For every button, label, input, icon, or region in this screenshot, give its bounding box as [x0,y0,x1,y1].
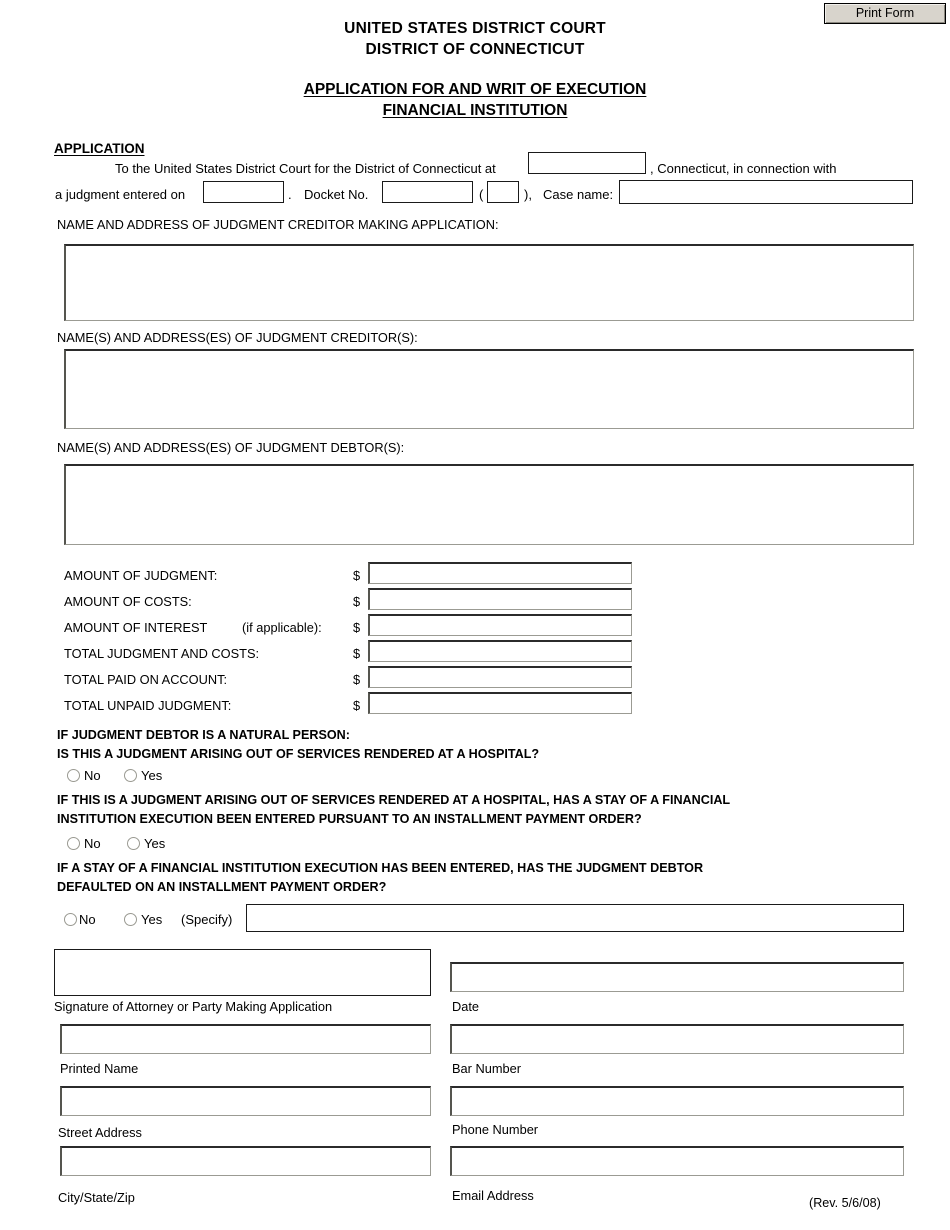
street-address-label: Street Address [58,1125,142,1140]
form-title: APPLICATION FOR AND WRIT OF EXECUTION FI… [0,79,950,121]
question-3-line-2: DEFAULTED ON AN INSTALLMENT PAYMENT ORDE… [57,880,387,894]
form-page: Print Form UNITED STATES DISTRICT COURT … [0,0,950,1230]
docket-number-input[interactable] [382,181,473,203]
email-address-input[interactable] [450,1146,904,1176]
judgment-date-input[interactable] [203,181,284,203]
creditor-applicant-label: NAME AND ADDRESS OF JUDGMENT CREDITOR MA… [57,217,499,232]
amount-label: AMOUNT OF INTEREST [64,620,208,635]
amount-label: AMOUNT OF JUDGMENT: [64,568,218,583]
debtors-label: NAME(S) AND ADDRESS(ES) OF JUDGMENT DEBT… [57,440,405,455]
amount-note: (if applicable): [242,620,322,635]
city-state-zip-input[interactable] [60,1146,431,1176]
application-section-heading: APPLICATION [54,141,145,156]
signature-label: Signature of Attorney or Party Making Ap… [54,999,333,1014]
email-address-label: Email Address [452,1188,534,1203]
amount-label: TOTAL UNPAID JUDGMENT: [64,698,232,713]
city-state-zip-label: City/State/Zip [58,1190,135,1205]
question-3-specify-input[interactable] [246,904,904,932]
docket-suffix-input[interactable] [487,181,519,203]
revision-text: (Rev. 5/6/08) [809,1196,881,1210]
date-label: Date [452,999,480,1014]
currency-symbol: $ [353,594,361,609]
form-title-line-1: APPLICATION FOR AND WRIT OF EXECUTION [303,81,647,98]
creditor-applicant-textarea[interactable] [64,244,914,321]
application-intro-text: To the United States District Court for … [115,161,496,176]
question-1-no-label[interactable]: No [84,768,101,783]
currency-symbol: $ [353,646,361,661]
question-3-line-1: IF A STAY OF A FINANCIAL INSTITUTION EXE… [57,861,704,875]
debtors-textarea[interactable] [64,464,914,545]
judgment-entered-label: a judgment entered on [55,187,186,202]
signature-input[interactable] [54,949,431,996]
phone-number-input[interactable] [450,1086,904,1116]
amount-input[interactable] [368,562,632,584]
phone-number-label: Phone Number [452,1122,539,1137]
creditors-textarea[interactable] [64,349,914,429]
docket-no-label: Docket No. [304,187,369,202]
question-3-no-label[interactable]: No [79,912,96,927]
question-1-no-radio[interactable] [67,769,80,782]
bar-number-input[interactable] [450,1024,904,1054]
amount-label: TOTAL PAID ON ACCOUNT: [64,672,228,687]
currency-symbol: $ [353,698,361,713]
question-2-yes-radio[interactable] [127,837,140,850]
court-title-line-1: UNITED STATES DISTRICT COURT [344,20,606,37]
amount-input[interactable] [368,666,632,688]
question-1-line-1: IF JUDGMENT DEBTOR IS A NATURAL PERSON: [57,728,350,742]
currency-symbol: $ [353,568,361,583]
question-1-yes-label[interactable]: Yes [141,768,162,783]
court-title: UNITED STATES DISTRICT COURT DISTRICT OF… [0,18,950,60]
form-title-line-2: FINANCIAL INSTITUTION [382,102,568,119]
street-address-input[interactable] [60,1086,431,1116]
question-3-no-radio[interactable] [64,913,77,926]
question-3-yes-radio[interactable] [124,913,137,926]
question-2-yes-label[interactable]: Yes [144,836,165,851]
question-1-line-2: IS THIS A JUDGMENT ARISING OUT OF SERVIC… [57,747,540,761]
amount-input[interactable] [368,640,632,662]
amount-label: AMOUNT OF COSTS: [64,594,192,609]
city-input[interactable] [528,152,646,174]
case-name-input[interactable] [619,180,913,204]
application-intro-after-city: , Connecticut, in connection with [650,161,837,176]
creditors-label: NAME(S) AND ADDRESS(ES) OF JUDGMENT CRED… [57,330,418,345]
bar-number-label: Bar Number [452,1061,521,1076]
currency-symbol: $ [353,672,361,687]
question-2-no-radio[interactable] [67,837,80,850]
paren-open: ( [479,187,484,202]
question-2-no-label[interactable]: No [84,836,101,851]
amount-input[interactable] [368,588,632,610]
question-3-specify-label: (Specify) [181,912,233,927]
date-input[interactable] [450,962,904,992]
printed-name-label: Printed Name [60,1061,139,1076]
period-separator: . [288,187,292,202]
printed-name-input[interactable] [60,1024,431,1054]
question-2-line-2: INSTITUTION EXECUTION BEEN ENTERED PURSU… [57,812,642,826]
amount-input[interactable] [368,614,632,636]
court-title-line-2: DISTRICT OF CONNECTICUT [365,41,585,58]
case-name-label: Case name: [543,187,614,202]
question-1-yes-radio[interactable] [124,769,137,782]
amount-input[interactable] [368,692,632,714]
currency-symbol: $ [353,620,361,635]
paren-close: ), [524,187,532,202]
question-3-yes-label[interactable]: Yes [141,912,162,927]
question-2-line-1: IF THIS IS A JUDGMENT ARISING OUT OF SER… [57,793,731,807]
amount-label: TOTAL JUDGMENT AND COSTS: [64,646,260,661]
